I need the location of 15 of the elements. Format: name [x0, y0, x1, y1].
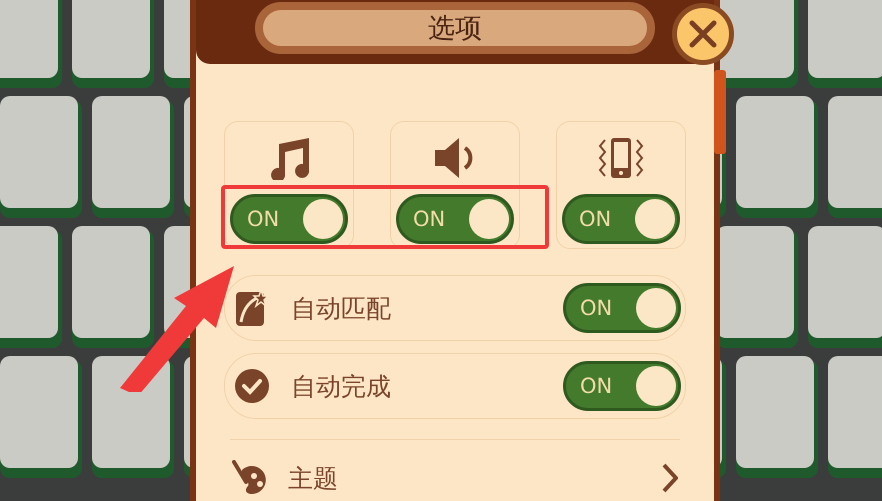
menu-label: 主题	[288, 462, 339, 494]
dialog-title: 选项	[428, 12, 482, 46]
toggle-switch[interactable]: ON	[563, 283, 681, 333]
setting-label: 自动匹配	[291, 292, 392, 324]
chevron-right-icon	[662, 463, 678, 493]
close-icon	[688, 19, 718, 49]
toggle-switch[interactable]: ON	[396, 194, 514, 244]
toggle-switch[interactable]: ON	[562, 194, 680, 244]
check-circle-icon	[235, 369, 269, 403]
theme-menu-item[interactable]: 主题	[224, 456, 686, 500]
toggle-switch[interactable]: ON	[563, 361, 681, 411]
setting-label: 自动完成	[291, 370, 392, 402]
phone-vibrate-icon	[597, 136, 645, 180]
palette-brush-icon	[232, 460, 266, 496]
toggle-switch[interactable]: ON	[230, 194, 348, 244]
